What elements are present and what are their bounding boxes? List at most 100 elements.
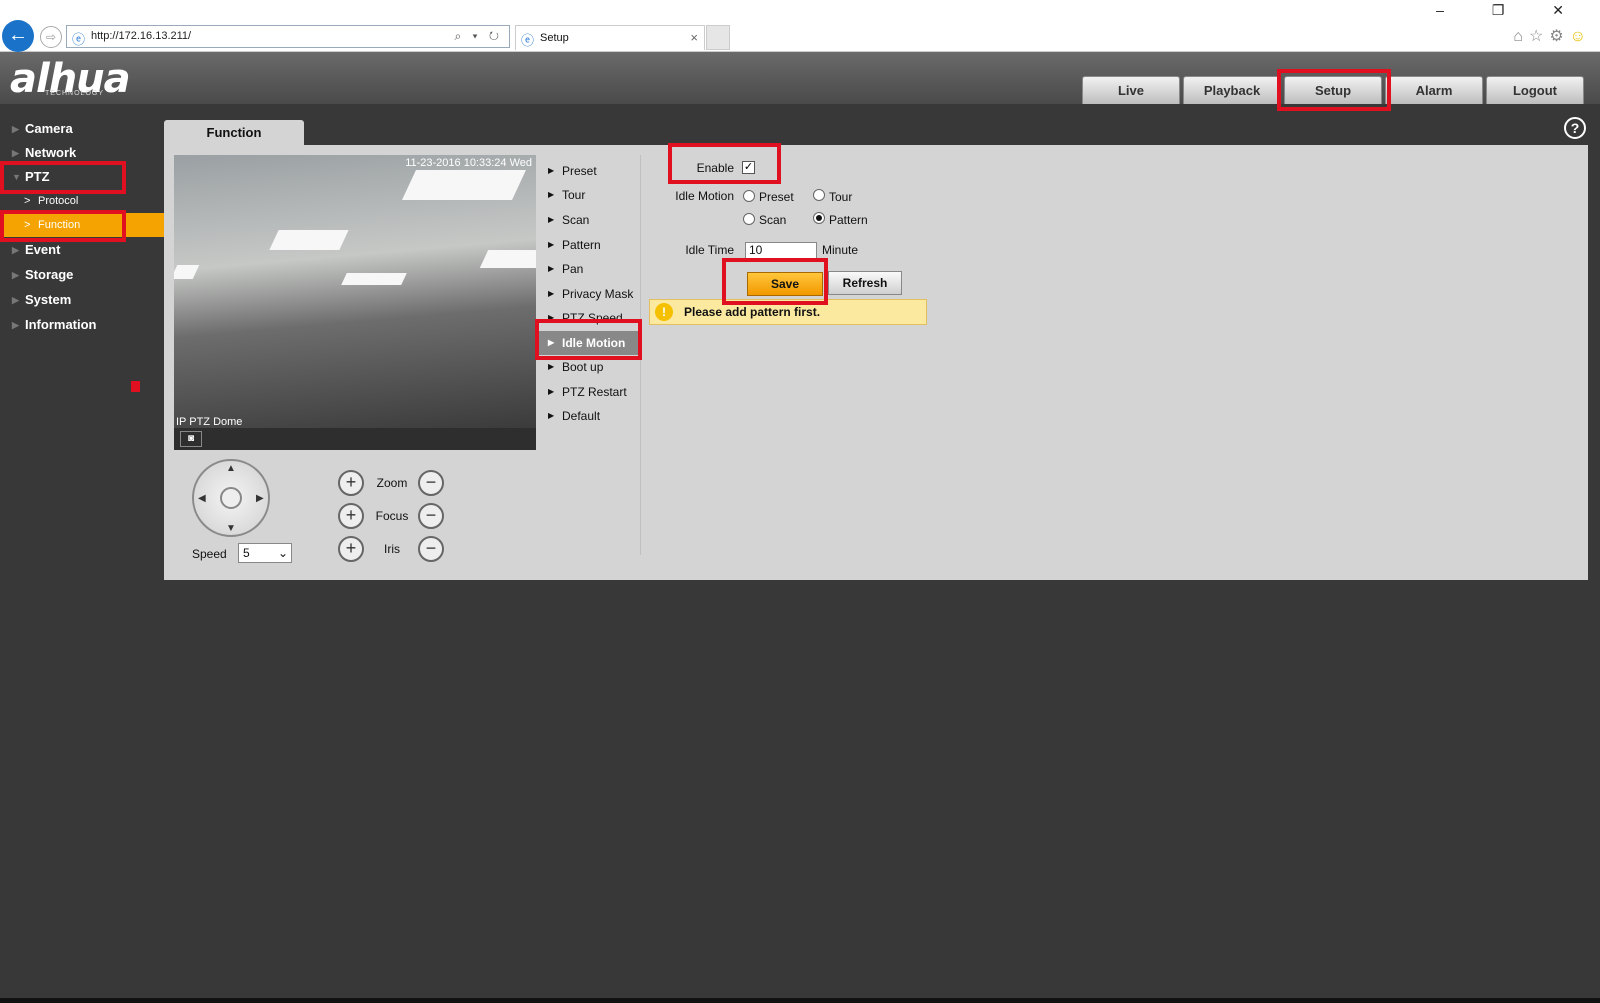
ptz-direction-pad[interactable]: ▲ ▼ ◀ ▶ — [192, 459, 270, 537]
sidebar-item-storage[interactable]: ▶ Storage — [0, 263, 164, 287]
iris-open-button[interactable]: + — [338, 536, 364, 562]
menu-item-idle-motion[interactable]: ▶ Idle Motion — [536, 331, 640, 355]
radio-preset[interactable] — [743, 190, 755, 202]
red-marker — [131, 381, 140, 392]
arrow-left-icon[interactable]: ◀ — [198, 493, 206, 504]
triangle-right-icon: ▶ — [548, 362, 555, 371]
sidebar-subitem-label: Protocol — [38, 195, 79, 207]
ceiling-light — [269, 230, 349, 250]
ptz-center-button[interactable] — [220, 487, 242, 509]
sidebar-item-event[interactable]: ▶ Event — [0, 238, 164, 262]
menu-item-preset[interactable]: ▶ Preset — [536, 159, 640, 183]
tab-setup[interactable]: Setup — [1284, 76, 1382, 104]
menu-divider — [640, 155, 641, 555]
triangle-right-icon: ▶ — [12, 245, 19, 255]
sidebar-item-network[interactable]: ▶ Network — [0, 141, 164, 165]
menu-item-pan[interactable]: ▶ Pan — [536, 257, 640, 281]
menu-item-privacy-mask[interactable]: ▶ Privacy Mask — [536, 282, 640, 306]
tab-playback[interactable]: Playback — [1183, 76, 1281, 104]
sidebar-item-label: Storage — [25, 267, 74, 282]
focus-near-button[interactable]: + — [338, 503, 364, 529]
sidebar-item-information[interactable]: ▶ Information — [0, 313, 164, 337]
triangle-right-icon: ▶ — [12, 124, 19, 134]
radio-tour[interactable] — [813, 189, 825, 201]
triangle-right-icon: ▶ — [548, 313, 555, 322]
idle-time-input[interactable]: 10 — [745, 242, 817, 259]
panel-tab-function[interactable]: Function — [164, 120, 304, 146]
menu-item-label: Privacy Mask — [562, 287, 634, 301]
help-icon[interactable]: ? — [1564, 117, 1586, 139]
enable-checkbox[interactable]: ✓ — [742, 161, 755, 174]
idle-time-label: Idle Time — [685, 243, 734, 257]
iris-close-button[interactable]: − — [418, 536, 444, 562]
gear-icon[interactable]: ⚙ — [1549, 28, 1569, 45]
ceiling-light — [341, 273, 407, 285]
menu-item-label: PTZ Restart — [562, 385, 627, 399]
speed-label: Speed — [192, 547, 227, 561]
tab-live[interactable]: Live — [1082, 76, 1180, 104]
zoom-in-button[interactable]: + — [338, 470, 364, 496]
snapshot-icon[interactable]: ◙ — [180, 431, 202, 447]
window-controls[interactable]: – ❐ ✕ — [1436, 2, 1586, 19]
menu-item-label: Pattern — [562, 238, 601, 252]
address-bar[interactable]: ⓔ http://172.16.13.211/ ⌕ ▾ ↻ — [66, 25, 510, 48]
focus-far-button[interactable]: − — [418, 503, 444, 529]
refresh-button[interactable]: Refresh — [828, 271, 902, 295]
sidebar-item-label: PTZ — [25, 169, 50, 184]
warning-icon: ! — [655, 303, 673, 321]
menu-item-boot-up[interactable]: ▶ Boot up — [536, 355, 640, 379]
close-tab-icon[interactable]: × — [690, 30, 698, 45]
browser-tab[interactable]: ⓔ Setup × — [515, 25, 705, 50]
triangle-right-icon: ▶ — [548, 289, 555, 298]
menu-item-label: Pan — [562, 262, 584, 276]
menu-item-default[interactable]: ▶ Default — [536, 404, 640, 428]
sidebar-subitem-protocol[interactable]: > Protocol — [0, 189, 164, 213]
address-url[interactable]: http://172.16.13.211/ — [91, 30, 191, 42]
sidebar-item-camera[interactable]: ▶ Camera — [0, 117, 164, 141]
warning-text: Please add pattern first. — [684, 305, 821, 319]
ie-icon: ⓔ — [72, 32, 86, 47]
live-video[interactable]: 11-23-2016 10:33:24 Wed IP PTZ Dome — [174, 155, 536, 428]
sidebar-item-label: System — [25, 292, 72, 307]
save-button[interactable]: Save — [747, 272, 823, 296]
radio-pattern[interactable] — [813, 212, 825, 224]
new-tab-button[interactable] — [706, 25, 730, 50]
triangle-right-icon: ▶ — [548, 338, 555, 347]
menu-item-label: Tour — [562, 188, 586, 202]
sidebar-item-ptz[interactable]: ▼ PTZ — [0, 165, 164, 189]
logo-subtitle: TECHNOLOGY — [45, 90, 105, 97]
menu-item-ptz-restart[interactable]: ▶ PTZ Restart — [536, 380, 640, 404]
sidebar-item-label: Event — [25, 242, 61, 257]
speed-select[interactable]: 5 ⌄ — [238, 543, 292, 563]
sidebar-item-system[interactable]: ▶ System — [0, 288, 164, 312]
back-icon[interactable]: ← — [2, 20, 34, 52]
arrow-down-icon[interactable]: ▼ — [226, 523, 236, 534]
tab-logout[interactable]: Logout — [1486, 76, 1584, 104]
chevron-down-icon: ⌄ — [277, 546, 288, 560]
zoom-out-button[interactable]: − — [418, 470, 444, 496]
radio-scan[interactable] — [743, 213, 755, 225]
smiley-icon[interactable]: ☺ — [1570, 28, 1592, 45]
video-timestamp: 11-23-2016 10:33:24 Wed — [405, 157, 532, 169]
chevron-right-icon: > — [24, 195, 31, 207]
menu-item-pattern[interactable]: ▶ Pattern — [536, 233, 640, 257]
menu-item-tour[interactable]: ▶ Tour — [536, 183, 640, 207]
zoom-label: Zoom — [376, 476, 408, 490]
radio-scan-label: Scan — [759, 213, 787, 227]
menu-item-label: Idle Motion — [562, 336, 626, 350]
home-icon[interactable]: ⌂ — [1513, 28, 1529, 45]
tab-alarm[interactable]: Alarm — [1385, 76, 1483, 104]
star-icon[interactable]: ☆ — [1529, 28, 1549, 45]
address-tools-icon[interactable]: ⌕ ▾ ↻ — [454, 29, 503, 44]
triangle-right-icon: ▶ — [12, 270, 19, 280]
triangle-down-icon: ▼ — [12, 172, 21, 182]
sidebar-item-label: Information — [25, 317, 97, 332]
arrow-right-icon[interactable]: ▶ — [256, 493, 264, 504]
arrow-up-icon[interactable]: ▲ — [226, 463, 236, 474]
sidebar-subitem-function[interactable]: > Function — [0, 213, 164, 237]
forward-icon[interactable]: ⇨ — [40, 26, 62, 48]
menu-item-label: Boot up — [562, 360, 604, 374]
menu-item-scan[interactable]: ▶ Scan — [536, 208, 640, 232]
menu-item-label: Scan — [562, 213, 590, 227]
menu-item-ptz-speed[interactable]: ▶ PTZ Speed — [536, 306, 640, 330]
